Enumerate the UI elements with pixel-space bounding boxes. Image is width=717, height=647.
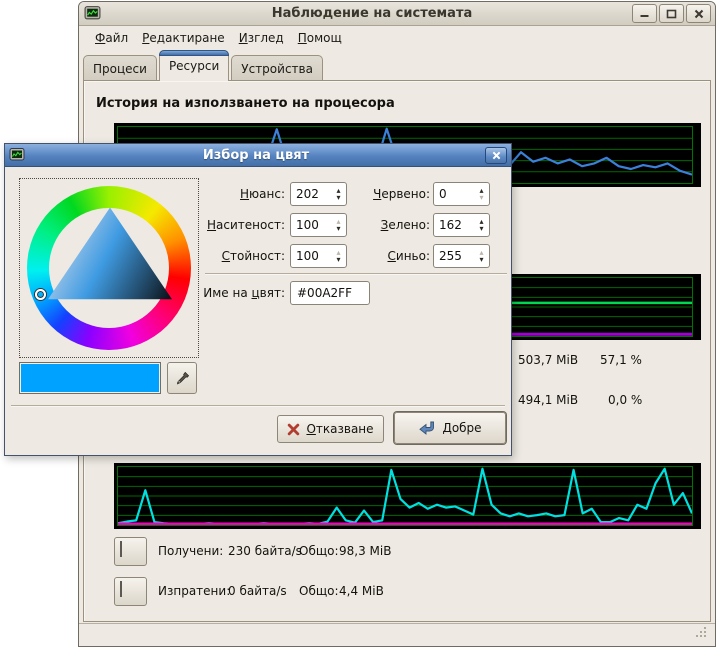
eyedropper-button[interactable] [167,362,197,394]
memory-amount: 503,7 MiB [518,353,578,367]
sent-legend-row: Изпратени: 0 байта/s Общо: 4,4 MiB [79,577,679,607]
green-label: Зелено: [345,218,430,232]
swap-amount: 494,1 MiB [518,393,578,407]
minimize-icon [639,9,650,18]
received-label: Получени: [158,544,223,558]
spin-down-icon[interactable]: ▾ [336,256,340,263]
selected-color-preview [19,362,161,394]
cancel-button[interactable]: Отказване [277,415,384,443]
tab-processes[interactable]: Процеси [83,55,157,81]
minimize-button[interactable] [632,4,657,23]
saturation-spinbox[interactable]: 100 ▴▾ [290,213,347,237]
maximize-icon [666,9,677,19]
red-label: Червено: [345,187,430,201]
hue-label: Нюанс: [200,187,285,201]
sent-color-button[interactable] [114,577,147,606]
green-spinbox[interactable]: 162 ▴▾ [433,213,490,237]
desktop: Наблюдение на системата Файл Редактиране… [0,0,717,647]
menu-edit[interactable]: Редактиране [136,29,231,47]
spin-down-icon[interactable]: ▾ [479,194,483,201]
ok-return-icon [418,421,436,435]
tab-devices[interactable]: Устройства [231,55,323,81]
value-spinbox[interactable]: 100 ▴▾ [290,244,347,268]
dialog-icon [9,147,25,163]
value-label: Стойност: [200,249,285,263]
spin-down-icon[interactable]: ▾ [479,256,483,263]
maximize-button[interactable] [659,4,684,23]
close-icon [694,9,704,19]
color-picker-dialog: Избор на цвят Нюанс: 202 ▴▾ Червено: 0 [4,143,512,456]
sent-label: Изпратени: [158,584,230,598]
spin-down-icon[interactable]: ▾ [336,194,340,201]
saturation-label: Наситеност: [200,218,285,232]
color-name-entry[interactable]: #00A2FF [290,281,370,305]
dialog-title: Избор на цвят [35,148,477,163]
network-history-chart [114,463,701,529]
color-name-label: Име на цвят: [200,286,285,300]
received-legend-row: Получени: 230 байта/s Общо: 98,3 MiB [79,537,679,567]
sent-rate: 0 байта/s [228,584,287,598]
received-total-label: Общо: [299,544,339,558]
received-color-button[interactable] [114,537,147,566]
dialog-close-icon [492,151,501,160]
menu-view[interactable]: Изглед [233,29,290,47]
tabbar: Процеси Ресурси Устройства [83,49,711,81]
eyedropper-icon [175,371,190,386]
hue-marker[interactable] [35,289,46,300]
swap-percent: 0,0 % [608,393,642,407]
tab-resources[interactable]: Ресурси [159,50,229,81]
window-title: Наблюдение на системата [119,6,625,21]
fields-separator [205,273,507,275]
resize-grip[interactable] [695,623,707,642]
statusbar [79,623,715,646]
ok-button[interactable]: Добре [394,412,506,444]
spin-down-icon[interactable]: ▾ [336,225,340,232]
red-spinbox[interactable]: 0 ▴▾ [433,182,490,206]
hue-spinbox[interactable]: 202 ▴▾ [290,182,347,206]
sent-color-swatch [120,581,122,597]
blue-label: Синьо: [345,249,430,263]
main-window-titlebar[interactable]: Наблюдение на системата [79,2,715,26]
menu-file[interactable]: Файл [89,29,134,47]
system-monitor-icon [84,5,101,22]
dialog-separator [11,405,505,407]
sent-total: 4,4 MiB [339,584,384,598]
menu-help[interactable]: Помощ [292,29,348,47]
sent-total-label: Общо: [299,584,339,598]
dialog-close-button[interactable] [485,147,507,164]
memory-percent: 57,1 % [600,353,642,367]
received-total: 98,3 MiB [339,544,391,558]
received-rate: 230 байта/s [228,544,302,558]
close-button[interactable] [686,4,711,23]
cpu-section-title: История на използването на процесора [96,96,395,111]
spin-down-icon[interactable]: ▾ [479,225,483,232]
menubar: Файл Редактиране Изглед Помощ [79,27,715,49]
dialog-titlebar[interactable]: Избор на цвят [5,144,511,167]
cancel-x-icon [287,423,300,436]
color-wheel-widget[interactable] [19,178,199,358]
received-color-swatch [120,541,122,557]
blue-spinbox[interactable]: 255 ▴▾ [433,244,490,268]
